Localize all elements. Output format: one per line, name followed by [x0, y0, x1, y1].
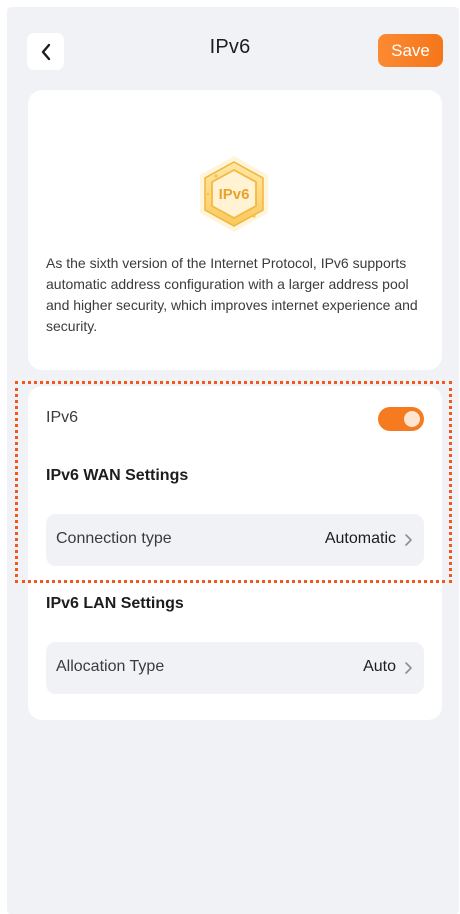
allocation-type-value: Auto [363, 658, 396, 675]
wan-settings-title: IPv6 WAN Settings [46, 467, 189, 484]
logo-text: IPv6 [219, 186, 250, 203]
toggle-knob [404, 411, 420, 427]
ipv6-toggle[interactable] [378, 407, 424, 431]
save-button[interactable]: Save [378, 34, 443, 67]
intro-description: As the sixth version of the Internet Pro… [46, 255, 418, 334]
chevron-right-icon [405, 662, 412, 674]
connection-type-select[interactable]: Connection type Automatic [46, 514, 424, 566]
chevron-right-icon [405, 534, 412, 546]
lan-settings-title: IPv6 LAN Settings [46, 595, 184, 612]
ipv6-toggle-label: IPv6 [46, 409, 79, 426]
allocation-type-label: Allocation Type [56, 658, 165, 675]
connection-type-label: Connection type [56, 530, 172, 547]
ipv6-logo-icon: IPv6 [188, 154, 280, 234]
connection-type-value: Automatic [324, 530, 396, 547]
allocation-type-select[interactable]: Allocation Type Auto [46, 642, 424, 694]
